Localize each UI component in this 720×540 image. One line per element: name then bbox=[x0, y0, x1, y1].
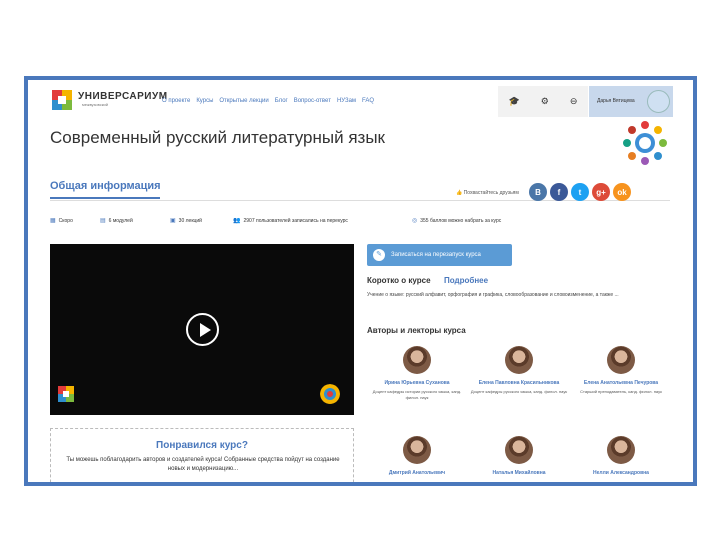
nav-courses[interactable]: Курсы bbox=[196, 98, 213, 104]
more-link[interactable]: Подробнее bbox=[444, 276, 488, 285]
author-role: Доцент кафедры русского языка, канд. фил… bbox=[470, 389, 568, 394]
author-name[interactable]: Дмитрий Анатольевич bbox=[367, 470, 467, 476]
odnoklassniki-share-button[interactable]: ok bbox=[613, 183, 631, 201]
facebook-share-button[interactable]: f bbox=[550, 183, 568, 201]
nav-blog[interactable]: Блог bbox=[275, 98, 288, 104]
share-text: 👍 Похвастайтесь друзьям bbox=[456, 190, 519, 196]
authors-heading: Авторы и лекторы курса bbox=[367, 326, 466, 335]
author-name[interactable]: Нелли Александровна bbox=[571, 470, 671, 476]
enroll-button[interactable]: ✎ Записаться на перезапуск курса bbox=[367, 244, 512, 266]
author-role: Доцент кафедры истории русского языка, к… bbox=[372, 389, 462, 400]
brand-name: УНИВЕРСАРИУМ bbox=[78, 91, 168, 102]
globe-badge-icon bbox=[623, 121, 667, 165]
stat-lectures: ▣ 30 лекций bbox=[170, 218, 202, 224]
stat-users: 👥 2907 пользователей записались на переку… bbox=[233, 218, 348, 224]
stat-modules: ▤ 6 модулей bbox=[100, 218, 133, 224]
enroll-icon: ✎ bbox=[373, 249, 385, 261]
browser-frame: УНИВЕРСАРИУМ межвузовский О проекте Курс… bbox=[24, 76, 697, 486]
points-icon: ◎ bbox=[412, 218, 418, 224]
university-emblem-icon bbox=[320, 384, 340, 404]
nav-about[interactable]: О проекте bbox=[162, 98, 190, 104]
author-photo bbox=[403, 346, 431, 374]
author-role: Старший преподаватель, канд. филол. наук bbox=[580, 389, 662, 394]
video-logo-icon bbox=[58, 386, 74, 402]
stat-points: ◎ 355 баллов можно набрать за курс bbox=[412, 218, 502, 224]
users-icon: 👥 bbox=[233, 218, 241, 224]
main-nav: О проекте Курсы Открытые лекции Блог Воп… bbox=[162, 98, 374, 104]
top-navigation: УНИВЕРСАРИУМ межвузовский О проекте Курс… bbox=[28, 80, 693, 118]
play-icon[interactable] bbox=[186, 313, 219, 346]
nav-faq[interactable]: FAQ bbox=[362, 98, 374, 104]
share-icon: 👍 bbox=[456, 190, 464, 196]
enroll-label: Записаться на перезапуск курса bbox=[391, 252, 481, 258]
author-photo bbox=[607, 436, 635, 464]
nav-open-lectures[interactable]: Открытые лекции bbox=[219, 98, 268, 104]
tab-underline bbox=[50, 197, 160, 199]
author-card[interactable]: Нелли Александровна bbox=[571, 436, 671, 476]
author-photo bbox=[403, 436, 431, 464]
calendar-icon: ▦ bbox=[50, 218, 56, 224]
avatar bbox=[647, 90, 670, 113]
nav-universities[interactable]: НУЗам bbox=[337, 98, 356, 104]
user-icon-bar: 🎓 ⚙ ⊖ bbox=[498, 86, 588, 117]
video-icon: ▣ bbox=[170, 218, 176, 224]
page-title: Современный русский литературный язык bbox=[50, 128, 385, 147]
graduation-cap-icon[interactable]: 🎓 bbox=[509, 96, 520, 107]
video-player[interactable] bbox=[50, 244, 354, 415]
user-name: Дарья Вятицева bbox=[597, 98, 635, 104]
gear-icon[interactable]: ⚙ bbox=[541, 96, 549, 107]
social-buttons: В f t g+ ok bbox=[529, 183, 631, 201]
author-card[interactable]: Елена Анатольевна Печурова Старший препо… bbox=[571, 346, 671, 395]
author-photo bbox=[505, 346, 533, 374]
universarium-logo[interactable] bbox=[52, 90, 72, 110]
author-name[interactable]: Елена Анатольевна Печурова bbox=[571, 380, 671, 386]
donation-promo: Понравился курс? Ты можешь поблагодарить… bbox=[50, 428, 354, 482]
nav-qa[interactable]: Вопрос-ответ bbox=[294, 98, 331, 104]
author-name[interactable]: Ирина Юрьевна Суханова bbox=[367, 380, 467, 386]
brand-subtitle: межвузовский bbox=[82, 102, 108, 107]
brief-heading: Коротко о курсе bbox=[367, 276, 431, 285]
tab-general-info[interactable]: Общая информация bbox=[50, 180, 161, 192]
author-photo bbox=[607, 346, 635, 374]
vk-share-button[interactable]: В bbox=[529, 183, 547, 201]
author-name[interactable]: Наталья Михайловна bbox=[469, 470, 569, 476]
promo-text: Ты можешь поблагодарить авторов и создат… bbox=[66, 457, 340, 472]
modules-icon: ▤ bbox=[100, 218, 106, 224]
googleplus-share-button[interactable]: g+ bbox=[592, 183, 610, 201]
author-card[interactable]: Елена Павловна Красильникова Доцент кафе… bbox=[469, 346, 569, 395]
twitter-share-button[interactable]: t bbox=[571, 183, 589, 201]
author-photo bbox=[505, 436, 533, 464]
course-description: Учение о языке: русский алфавит, орфогра… bbox=[367, 292, 619, 298]
author-name[interactable]: Елена Павловна Красильникова bbox=[469, 380, 569, 386]
logout-icon[interactable]: ⊖ bbox=[570, 96, 578, 107]
author-card[interactable]: Дмитрий Анатольевич bbox=[367, 436, 467, 476]
author-card[interactable]: Ирина Юрьевна Суханова Доцент кафедры ис… bbox=[367, 346, 467, 401]
user-menu[interactable]: Дарья Вятицева bbox=[589, 86, 673, 117]
author-card[interactable]: Наталья Михайловна bbox=[469, 436, 569, 476]
stat-start: ▦ Скоро bbox=[50, 218, 73, 224]
promo-title: Понравился курс? bbox=[156, 440, 248, 451]
